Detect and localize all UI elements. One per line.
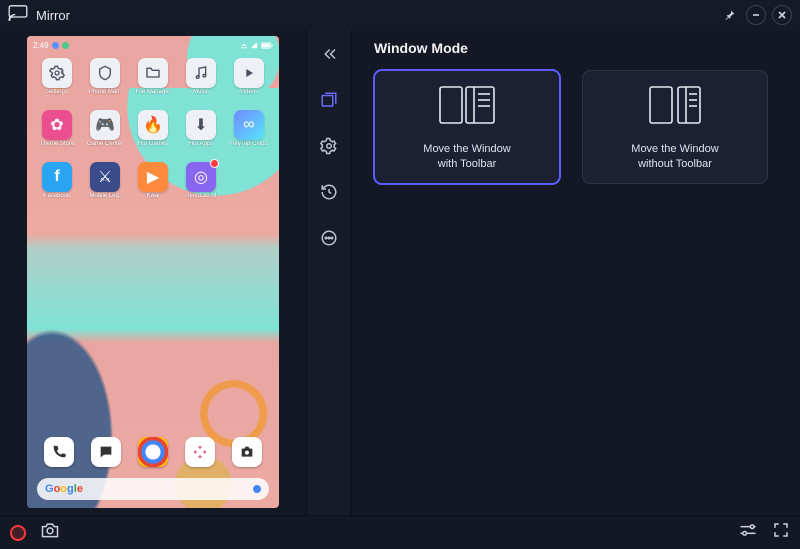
section-title: Window Mode: [374, 40, 778, 56]
record-button[interactable]: [10, 525, 26, 541]
phone-app-grid: Settings Phone Man. File Manager Music V…: [27, 50, 279, 210]
fullscreen-button[interactable]: [772, 521, 790, 544]
collapse-icon[interactable]: [315, 40, 343, 68]
card-with-toolbar[interactable]: Move the Window with Toolbar: [374, 70, 560, 184]
status-dot-icon: [52, 42, 59, 49]
window-mode-cards: Move the Window with Toolbar Move the Wi…: [374, 70, 778, 184]
side-toolbar: [306, 30, 352, 515]
google-logo: Google: [45, 483, 83, 495]
phone-app[interactable]: Phone Man.: [84, 58, 126, 106]
phone-app[interactable]: ∞HeyTap Cloud: [228, 110, 270, 158]
card-label: Move the Window without Toolbar: [631, 142, 718, 171]
pin-button[interactable]: [720, 5, 740, 25]
history-icon[interactable]: [315, 178, 343, 206]
card-illustration-icon: [640, 83, 710, 132]
titlebar: Mirror: [0, 0, 800, 30]
settings-icon[interactable]: [315, 132, 343, 160]
screenshot-button[interactable]: [40, 521, 60, 544]
close-button[interactable]: [772, 5, 792, 25]
phone-dock: [35, 430, 271, 474]
window-mode-icon[interactable]: [315, 86, 343, 114]
card-without-toolbar[interactable]: Move the Window without Toolbar: [582, 70, 768, 184]
status-right-icons: [240, 42, 273, 49]
phone-app[interactable]: Settings: [36, 58, 78, 106]
card-illustration-icon: [432, 83, 502, 132]
phone-clock: 2:49: [33, 41, 49, 50]
status-dot-icon: [62, 42, 69, 49]
phone-app[interactable]: File Manager: [132, 58, 174, 106]
phone-app[interactable]: ⚔Mobile Leg.: [84, 162, 126, 210]
phone-app[interactable]: ⬇Hot Apps: [180, 110, 222, 158]
dock-messages-icon[interactable]: [91, 437, 121, 467]
app-title: Mirror: [36, 8, 70, 23]
phone-app[interactable]: Music: [180, 58, 222, 106]
phone-app[interactable]: fFacebook: [36, 162, 78, 210]
phone-status-bar: 2:49: [27, 36, 279, 50]
phone-app[interactable]: Videos: [228, 58, 270, 106]
mirrored-phone[interactable]: 2:49 Settings Phone Man. File Manager Mu…: [27, 36, 279, 508]
phone-search-bar[interactable]: Google: [37, 478, 269, 500]
window-controls: [720, 5, 792, 25]
phone-preview-panel: 2:49 Settings Phone Man. File Manager Mu…: [0, 30, 306, 515]
dock-camera-icon[interactable]: [232, 437, 262, 467]
settings-toggle-button[interactable]: [738, 522, 758, 543]
dock-browser-icon[interactable]: [138, 437, 168, 467]
more-icon[interactable]: [315, 224, 343, 252]
phone-app[interactable]: 🎮Game Center: [84, 110, 126, 158]
content-panel: Window Mode Move the Window with Toolbar: [352, 30, 800, 515]
phone-app[interactable]: ◎TrendLab M.: [180, 162, 222, 210]
dock-phone-icon[interactable]: [44, 437, 74, 467]
mic-icon: [253, 485, 261, 493]
phone-app[interactable]: ✿Theme Store: [36, 110, 78, 158]
dock-gallery-icon[interactable]: [185, 437, 215, 467]
phone-app[interactable]: 🔥Hot Games: [132, 110, 174, 158]
bottom-bar: [0, 515, 800, 549]
main: 2:49 Settings Phone Man. File Manager Mu…: [0, 30, 800, 515]
minimize-button[interactable]: [746, 5, 766, 25]
cast-icon: [8, 5, 28, 26]
phone-app[interactable]: ▶Kwai: [132, 162, 174, 210]
card-label: Move the Window with Toolbar: [423, 142, 510, 171]
